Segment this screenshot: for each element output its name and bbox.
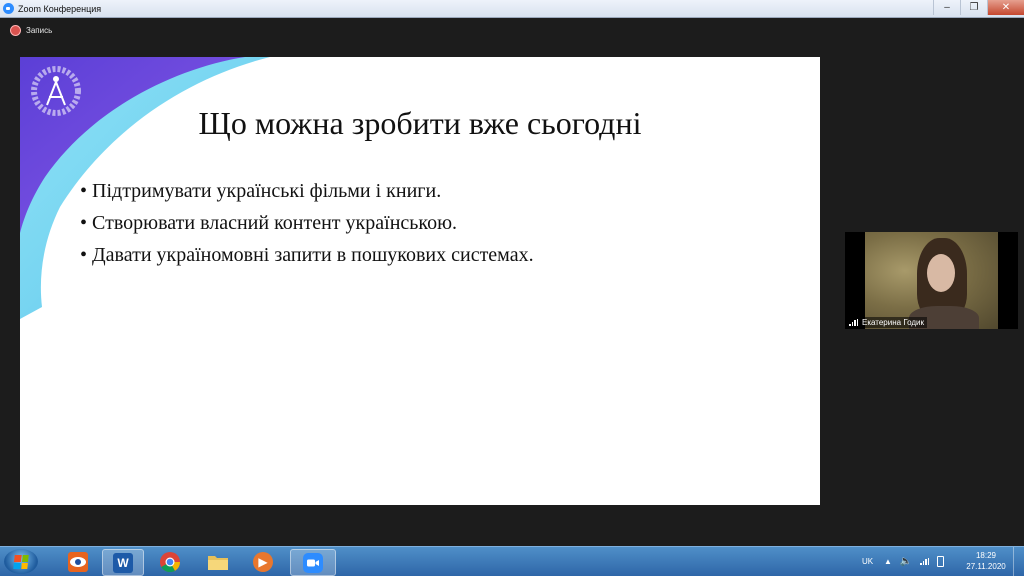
eye-icon: [68, 551, 88, 572]
participant-name-label: Екатерина Годик: [848, 317, 928, 328]
window-title-bar: Zoom Конференция – ❐ ✕: [0, 0, 1024, 18]
recording-indicator[interactable]: Запись: [10, 25, 52, 36]
taskbar-app-eye[interactable]: [58, 549, 98, 574]
chrome-icon: [160, 551, 181, 572]
participant-video-feed: [865, 232, 998, 329]
shared-screen-slide: Що можна зробити вже сьогодні Підтримува…: [20, 57, 820, 505]
media-player-icon: ▶: [253, 551, 273, 572]
window-controls: – ❐ ✕: [933, 0, 1024, 17]
battery-icon[interactable]: [937, 556, 945, 567]
windows-taskbar: W ▶ UK ▲ 🔈 18:29 27.11.2020: [0, 546, 1024, 576]
minimize-button[interactable]: –: [933, 0, 960, 15]
recording-label: Запись: [26, 26, 53, 35]
record-dot-icon: [10, 25, 21, 36]
taskbar-app-word[interactable]: W: [102, 549, 144, 576]
network-signal-icon[interactable]: [920, 558, 930, 565]
zoom-icon: [303, 552, 323, 573]
window-title: Zoom Конференция: [18, 3, 102, 14]
clock-time: 18:29: [975, 551, 997, 560]
slide-bullet: Підтримувати українські фільми і книги.: [80, 179, 534, 211]
taskbar-clock[interactable]: 18:29 27.11.2020: [962, 550, 1010, 572]
participant-video-tile[interactable]: Екатерина Годик: [845, 232, 1018, 329]
slide-bullet-list: Підтримувати українські фільми і книги. …: [80, 179, 534, 275]
slide-title: Що можна зробити вже сьогодні: [198, 105, 642, 141]
show-desktop-button[interactable]: [1013, 547, 1024, 576]
participant-name: Екатерина Годик: [862, 318, 925, 327]
chevron-up-icon[interactable]: ▲: [884, 557, 892, 566]
signal-bars-icon: [849, 319, 859, 326]
taskbar-app-chrome[interactable]: [150, 549, 190, 574]
language-indicator[interactable]: UK: [862, 547, 873, 576]
restore-button[interactable]: ❐: [960, 0, 987, 15]
clock-date: 27.11.2020: [966, 562, 1006, 571]
slide-bullet: Створювати власний контент українською.: [80, 211, 534, 243]
zoom-app-icon: [3, 3, 14, 14]
start-button[interactable]: [4, 549, 38, 574]
taskbar-app-media[interactable]: ▶: [243, 549, 283, 574]
windows-logo-icon: [13, 554, 29, 569]
system-tray: ▲ 🔈: [884, 547, 945, 576]
slide-bullet: Давати україномовні запити в пошукових с…: [80, 243, 534, 275]
word-icon: W: [113, 552, 133, 573]
close-button[interactable]: ✕: [987, 0, 1024, 15]
volume-icon[interactable]: 🔈: [900, 556, 912, 567]
folder-icon: [208, 555, 228, 570]
taskbar-app-explorer[interactable]: [198, 549, 238, 574]
taskbar-app-zoom[interactable]: [290, 549, 336, 576]
